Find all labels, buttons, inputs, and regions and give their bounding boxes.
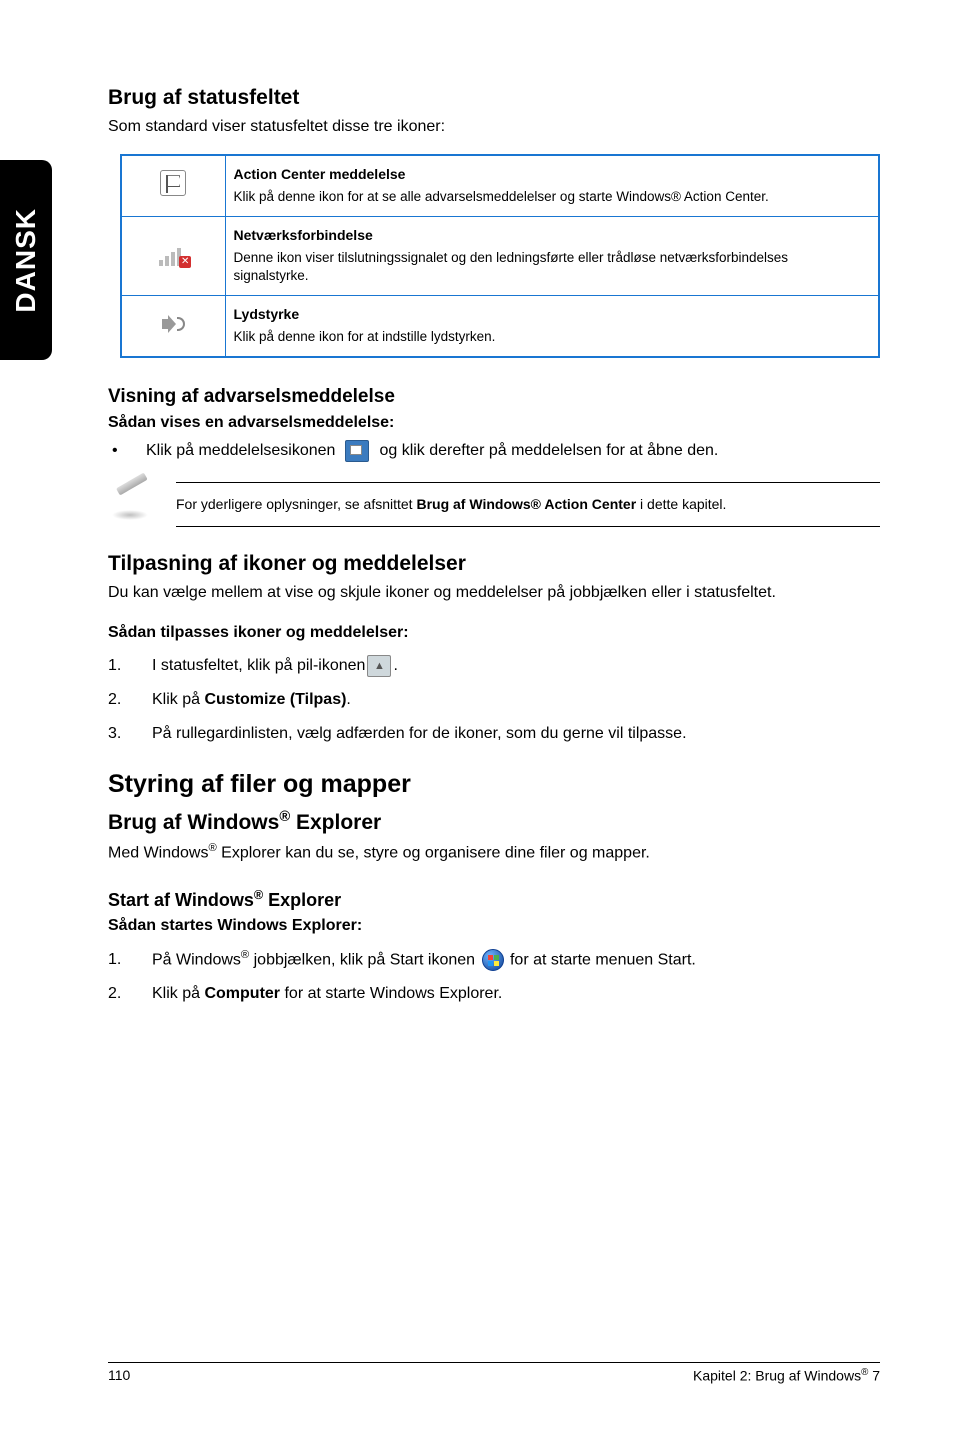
icon-cell-volume xyxy=(121,296,225,358)
pencil-note-icon xyxy=(108,480,156,528)
chapter-pre: Kapitel 2: Brug af Windows xyxy=(693,1368,861,1384)
icon-cell-network: ✕ xyxy=(121,216,225,295)
table-row: Action Center meddelelse Klik på denne i… xyxy=(121,155,879,217)
start-explorer-steps-list: 1. På Windows® jobbjælken, klik på Start… xyxy=(108,947,880,1006)
table-row: ✕ Netværksforbindelse Denne ikon viser t… xyxy=(121,216,879,295)
note-text-pre: For yderligere oplysninger, se afsnittet xyxy=(176,496,416,512)
step-text: På rullegardinlisten, vælg adfærden for … xyxy=(152,722,687,746)
row-desc: Denne ikon viser tilslutningssignalet og… xyxy=(234,249,867,285)
status-icons-table: Action Center meddelelse Klik på denne i… xyxy=(120,154,880,359)
action-center-flag-icon[interactable] xyxy=(160,170,186,196)
section-heading-warning: Visning af advarselsmeddelelse xyxy=(108,386,880,408)
note-text: For yderligere oplysninger, se afsnittet… xyxy=(176,482,880,528)
section-heading-files: Styring af filer og mapper xyxy=(108,770,880,799)
step-text-pre: Klik på xyxy=(152,985,204,1002)
step-text-bold: Computer xyxy=(204,985,280,1002)
customize-steps-list: 1. I statusfeltet, klik på pil-ikonen ▲ … xyxy=(108,654,880,746)
step-text-end: . xyxy=(393,654,397,678)
step-number: 1. xyxy=(108,654,152,678)
step-text-mid: jobbjælken, klik på Start ikonen xyxy=(249,951,475,968)
text-cell: Netværksforbindelse Denne ikon viser til… xyxy=(225,216,879,295)
row-title: Action Center meddelelse xyxy=(234,166,867,182)
step-number: 3. xyxy=(108,722,152,746)
section-sub-start-explorer: Sådan startes Windows Explorer: xyxy=(108,917,880,935)
text-cell: Lydstyrke Klik på denne ikon for at inds… xyxy=(225,296,879,358)
list-item: 2. Klik på Customize (Tilpas). xyxy=(108,688,880,712)
step-text-post: . xyxy=(346,691,350,708)
bullet-item: • Klik på meddelelsesikonen og klik dere… xyxy=(108,440,880,462)
section-heading-status: Brug af statusfeltet xyxy=(108,86,880,110)
subheading-post: Explorer xyxy=(290,811,381,834)
subheading-post: Explorer xyxy=(263,890,341,910)
step-text-post: for at starte menuen Start. xyxy=(510,951,696,968)
section-intro-status: Som standard viser statusfeltet disse tr… xyxy=(108,116,880,138)
note-text-post: i dette kapitel. xyxy=(636,496,726,512)
note-callout: For yderligere oplysninger, se afsnittet… xyxy=(108,480,880,528)
chapter-label: Kapitel 2: Brug af Windows® 7 xyxy=(693,1367,880,1384)
section-subheading-start-explorer: Start af Windows® Explorer xyxy=(108,888,880,911)
section-intro-customize: Du kan vælge mellem at vise og skjule ik… xyxy=(108,582,880,604)
side-tab-label: DANSK xyxy=(10,208,42,313)
bullet-text-pre: Klik på meddelelsesikonen xyxy=(146,442,335,460)
step-text: I statusfeltet, klik på pil-ikonen xyxy=(152,654,365,678)
section-subheading-explorer: Brug af Windows® Explorer xyxy=(108,809,880,835)
section-sub-warning: Sådan vises en advarselsmeddelelse: xyxy=(108,414,880,432)
p-pre: Med Windows xyxy=(108,844,208,861)
step-text-bold: Customize (Tilpas) xyxy=(204,691,346,708)
language-side-tab: DANSK xyxy=(0,160,52,360)
list-item: 3. På rullegardinlisten, vælg adfærden f… xyxy=(108,722,880,746)
bullet-text-post: og klik derefter på meddelelsen for at å… xyxy=(379,442,718,460)
page-footer: 110 Kapitel 2: Brug af Windows® 7 xyxy=(108,1362,880,1384)
section-sub-customize: Sådan tilpasses ikoner og meddelelser: xyxy=(108,624,880,642)
list-item: 1. I statusfeltet, klik på pil-ikonen ▲ … xyxy=(108,654,880,678)
row-desc: Klik på denne ikon for at indstille lyds… xyxy=(234,328,867,346)
tray-arrow-icon[interactable]: ▲ xyxy=(367,655,391,677)
subheading-pre: Brug af Windows xyxy=(108,811,279,834)
step-number: 1. xyxy=(108,948,152,972)
bullet-marker: • xyxy=(108,442,138,460)
icon-cell-action-center xyxy=(121,155,225,217)
list-item: 2. Klik på Computer for at starte Window… xyxy=(108,982,880,1006)
step-text-pre: På Windows xyxy=(152,951,241,968)
text-cell: Action Center meddelelse Klik på denne i… xyxy=(225,155,879,217)
page-number: 110 xyxy=(108,1367,130,1384)
table-row: Lydstyrke Klik på denne ikon for at inds… xyxy=(121,296,879,358)
windows-start-icon[interactable] xyxy=(482,949,504,971)
network-signal-icon[interactable]: ✕ xyxy=(159,242,187,266)
step-number: 2. xyxy=(108,982,152,1006)
notification-message-icon[interactable] xyxy=(345,440,369,462)
note-text-bold: Brug af Windows® Action Center xyxy=(416,496,636,512)
section-heading-customize: Tilpasning af ikoner og meddelelser xyxy=(108,552,880,576)
list-item: 1. På Windows® jobbjælken, klik på Start… xyxy=(108,947,880,972)
row-title: Netværksforbindelse xyxy=(234,227,867,243)
row-title: Lydstyrke xyxy=(234,306,867,322)
explorer-intro: Med Windows® Explorer kan du se, styre o… xyxy=(108,841,880,864)
row-desc: Klik på denne ikon for at se alle advars… xyxy=(234,188,867,206)
step-number: 2. xyxy=(108,688,152,712)
chapter-post: 7 xyxy=(868,1368,880,1384)
volume-speaker-icon[interactable] xyxy=(159,312,187,336)
step-text-pre: Klik på xyxy=(152,691,204,708)
step-text-post: for at starte Windows Explorer. xyxy=(280,985,502,1002)
p-post: Explorer kan du se, styre og organisere … xyxy=(217,844,650,861)
subheading-pre: Start af Windows xyxy=(108,890,254,910)
page-content: Brug af statusfeltet Som standard viser … xyxy=(108,86,880,1016)
